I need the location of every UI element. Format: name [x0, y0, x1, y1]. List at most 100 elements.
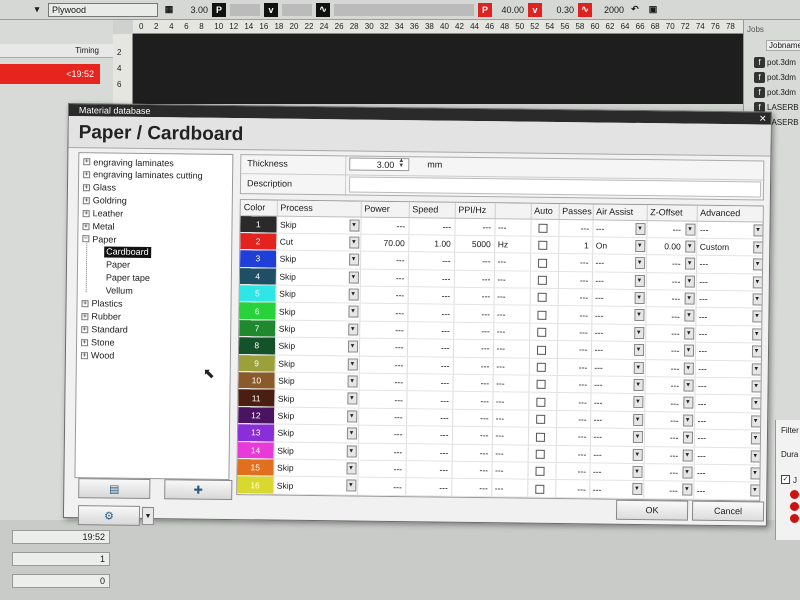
tree-node[interactable]: + Leather	[82, 208, 124, 219]
chevron-down-icon[interactable]: ▼	[749, 484, 760, 497]
ppi-cell[interactable]: ---	[452, 391, 493, 410]
chevron-down-icon[interactable]: ▼	[751, 345, 762, 358]
speed-cell[interactable]: 1.00	[408, 234, 455, 253]
chevron-down-icon[interactable]: ▼	[750, 432, 761, 445]
chevron-down-icon[interactable]: ▼	[345, 462, 357, 475]
power-cell[interactable]: ---	[358, 338, 408, 357]
job-list-item[interactable]: f pot.3dm	[754, 71, 796, 83]
process-select[interactable]: Skip ▼	[276, 250, 361, 269]
expand-icon[interactable]: +	[81, 312, 89, 321]
ppi-cell[interactable]: ---	[452, 409, 493, 427]
chevron-down-icon[interactable]: ▼	[684, 257, 695, 270]
chevron-down-icon[interactable]: ▼	[633, 361, 644, 374]
chevron-down-icon[interactable]: ▼	[347, 340, 358, 353]
advanced-select[interactable]: --- ▼	[693, 481, 762, 500]
process-select[interactable]: Skip ▼	[274, 372, 359, 391]
power-cell[interactable]: ---	[358, 390, 407, 409]
ppi-cell[interactable]: ---	[453, 252, 495, 271]
passes-cell[interactable]: ---	[556, 410, 591, 429]
expand-icon[interactable]: +	[81, 325, 89, 333]
z-offset-cell[interactable]: --- ▼	[646, 220, 697, 239]
chevron-down-icon[interactable]: ▼	[751, 328, 762, 341]
expand-icon[interactable]: +	[82, 222, 90, 230]
process-select[interactable]: Cut ▼	[276, 232, 361, 252]
chevron-down-icon[interactable]: ▼	[683, 379, 694, 392]
speed-cell[interactable]: ---	[408, 217, 455, 236]
process-select[interactable]: Skip ▼	[274, 354, 359, 374]
chevron-down-icon[interactable]: ▼	[752, 241, 763, 254]
tree-node[interactable]: + Standard	[81, 324, 128, 336]
power-cell[interactable]: ---	[360, 216, 409, 235]
auto-checkbox[interactable]	[536, 345, 546, 355]
column-header[interactable]: Air Assist	[592, 204, 647, 221]
chevron-down-icon[interactable]: ▼	[631, 483, 642, 496]
advanced-select[interactable]: --- ▼	[695, 272, 764, 292]
ppi-cell[interactable]: ---	[451, 461, 492, 480]
speed-cell[interactable]: ---	[406, 373, 453, 392]
ok-button[interactable]: OK	[615, 499, 689, 521]
air-assist-select[interactable]: --- ▼	[589, 480, 644, 499]
auto-checkbox[interactable]	[536, 327, 546, 338]
speed-cell[interactable]: ---	[407, 304, 454, 323]
z-offset-cell[interactable]: --- ▼	[644, 376, 695, 395]
z-offset-cell[interactable]: --- ▼	[644, 411, 695, 430]
z-offset-cell[interactable]: --- ▼	[645, 307, 696, 326]
chevron-down-icon[interactable]: ▼	[751, 310, 763, 323]
timing-row[interactable]: <19:52	[0, 64, 100, 84]
chevron-down-icon[interactable]: ▼	[347, 358, 358, 371]
undo-icon[interactable]: ↶	[628, 3, 642, 17]
power-cell[interactable]: ---	[359, 251, 409, 270]
passes-cell[interactable]: ---	[555, 462, 590, 481]
air-assist-select[interactable]: --- ▼	[591, 323, 646, 342]
column-header[interactable]: Advanced	[696, 205, 764, 222]
ppi-cell[interactable]: ---	[452, 339, 494, 358]
chevron-down-icon[interactable]: ▼	[683, 309, 695, 323]
chevron-down-icon[interactable]: ▼	[346, 410, 357, 423]
chevron-down-icon[interactable]: ▼	[631, 465, 643, 479]
speed-cell[interactable]: ---	[405, 478, 452, 496]
chevron-down-icon[interactable]: ▼	[682, 431, 693, 444]
tree-node[interactable]: + engraving laminates cutting	[83, 169, 203, 181]
z-offset-cell[interactable]: --- ▼	[645, 289, 696, 308]
power-cell[interactable]: ---	[358, 373, 407, 392]
expand-icon[interactable]: +	[81, 338, 89, 346]
advanced-select[interactable]: --- ▼	[696, 220, 764, 239]
process-select[interactable]: Skip ▼	[276, 215, 361, 234]
power-cell[interactable]: ---	[359, 320, 408, 339]
column-header[interactable]: Power	[360, 201, 409, 218]
auto-checkbox[interactable]	[534, 484, 544, 494]
process-select[interactable]: Skip ▼	[273, 459, 358, 478]
power-cell[interactable]: ---	[357, 425, 407, 444]
passes-cell[interactable]: ---	[557, 271, 592, 289]
power-slider[interactable]	[230, 3, 260, 16]
passes-cell[interactable]: ---	[557, 323, 592, 342]
velocity-slider[interactable]	[282, 3, 312, 16]
power-cell[interactable]: ---	[357, 442, 406, 461]
chevron-down-icon[interactable]: ▼	[683, 344, 694, 357]
passes-cell[interactable]: ---	[557, 288, 592, 307]
z-offset-cell[interactable]: --- ▼	[643, 463, 694, 482]
power-cell[interactable]: 70.00	[360, 233, 409, 252]
z-offset-cell[interactable]: --- ▼	[643, 480, 694, 499]
chevron-down-icon[interactable]: ▼	[632, 413, 643, 426]
chevron-down-icon[interactable]: ▼	[346, 445, 357, 458]
expand-icon[interactable]: +	[83, 171, 91, 179]
tree-node[interactable]: + engraving laminates	[83, 156, 174, 168]
chevron-down-icon[interactable]: ▼	[752, 293, 763, 306]
auto-checkbox[interactable]	[536, 380, 546, 390]
chevron-down-icon[interactable]: ▼	[683, 362, 694, 375]
z-offset-cell[interactable]: --- ▼	[645, 324, 696, 343]
air-assist-select[interactable]: --- ▼	[592, 219, 647, 238]
passes-cell[interactable]: ---	[556, 375, 591, 394]
passes-cell[interactable]: ---	[555, 427, 591, 446]
passes-cell[interactable]: ---	[557, 305, 592, 324]
expand-icon[interactable]: +	[82, 183, 91, 192]
power-cell[interactable]: ---	[359, 303, 408, 322]
power-value[interactable]: 40.00	[496, 5, 524, 15]
column-header[interactable]: Speed	[408, 202, 455, 218]
chevron-down-icon[interactable]: ▼	[683, 327, 694, 340]
passes-cell[interactable]: ---	[557, 253, 593, 272]
import-button[interactable]: ▤	[78, 478, 151, 500]
ppi-cell[interactable]: ---	[453, 322, 494, 340]
z-offset-cell[interactable]: 0.00 ▼	[646, 237, 697, 256]
